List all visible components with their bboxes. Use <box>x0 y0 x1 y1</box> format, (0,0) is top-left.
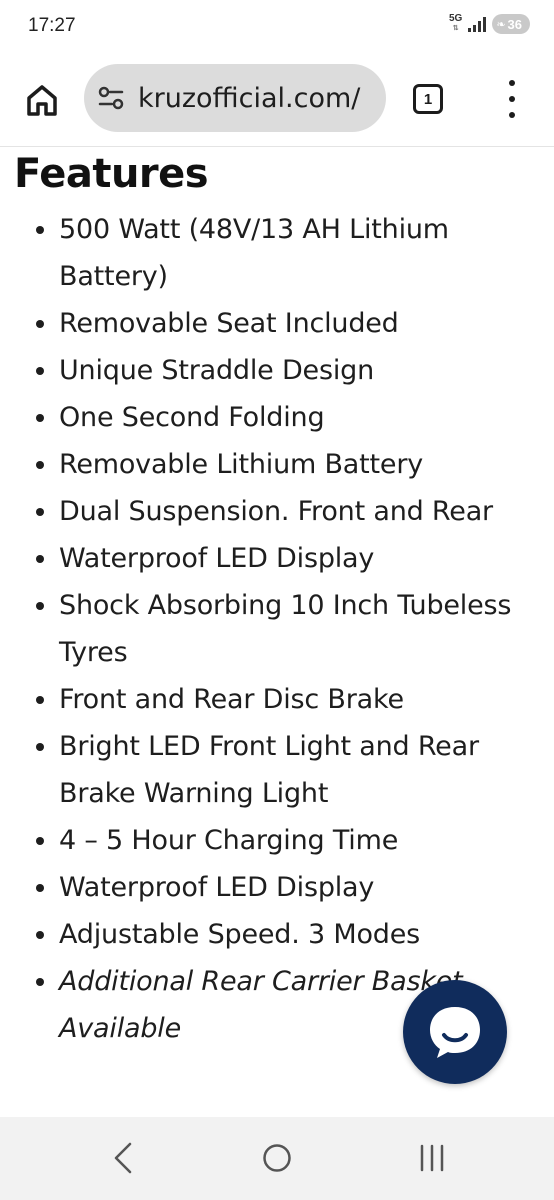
signal-icon <box>468 16 487 32</box>
chat-button[interactable] <box>403 980 507 1084</box>
data-arrows-icon: ⇅ <box>452 25 459 32</box>
list-item: Dual Suspension. Front and Rear <box>0 488 554 535</box>
url-text[interactable]: kruzofficial.com/ <box>138 83 360 114</box>
feature-list: 500 Watt (48V/13 AH Lithium Battery) Rem… <box>0 206 554 1052</box>
circle-home-icon[interactable] <box>262 1143 292 1173</box>
back-chevron-icon[interactable] <box>110 1141 136 1175</box>
list-item: Waterproof LED Display <box>0 535 554 582</box>
page-content: Features 500 Watt (48V/13 AH Lithium Bat… <box>0 147 554 1117</box>
home-icon <box>27 85 57 116</box>
list-item: 500 Watt (48V/13 AH Lithium Battery) <box>0 206 554 300</box>
battery-indicator: ❧ 36 <box>492 14 530 34</box>
list-item: 4 – 5 Hour Charging Time <box>0 817 554 864</box>
tab-switcher-button[interactable]: 1 <box>413 84 443 114</box>
list-item: Shock Absorbing 10 Inch Tubeless Tyres <box>0 582 554 676</box>
status-icons: 5G ⇅ ❧ 36 <box>449 14 530 34</box>
home-button[interactable] <box>24 82 60 118</box>
list-item: Removable Lithium Battery <box>0 441 554 488</box>
battery-saver-icon: ❧ <box>496 17 506 31</box>
list-item: Adjustable Speed. 3 Modes <box>0 911 554 958</box>
list-item: Removable Seat Included <box>0 300 554 347</box>
address-bar[interactable]: kruzofficial.com/ <box>84 64 386 132</box>
features-heading: Features <box>14 151 209 197</box>
list-item: One Second Folding <box>0 394 554 441</box>
list-item: Front and Rear Disc Brake <box>0 676 554 723</box>
list-item: Bright LED Front Light and Rear Brake Wa… <box>0 723 554 817</box>
browser-toolbar: kruzofficial.com/ 1 <box>0 56 554 147</box>
more-vert-icon[interactable] <box>502 80 522 118</box>
list-item: Waterproof LED Display <box>0 864 554 911</box>
status-bar: 17:27 5G ⇅ ❧ 36 <box>0 0 554 56</box>
recents-icon[interactable] <box>418 1143 446 1173</box>
status-time: 17:27 <box>28 15 76 36</box>
battery-level: 36 <box>507 16 522 32</box>
chat-bubble-icon <box>430 1007 480 1058</box>
tune-icon[interactable] <box>98 86 124 110</box>
network-indicator: 5G ⇅ <box>449 14 462 34</box>
network-type: 5G <box>448 13 463 24</box>
list-item: Unique Straddle Design <box>0 347 554 394</box>
system-nav-bar <box>0 1117 554 1200</box>
